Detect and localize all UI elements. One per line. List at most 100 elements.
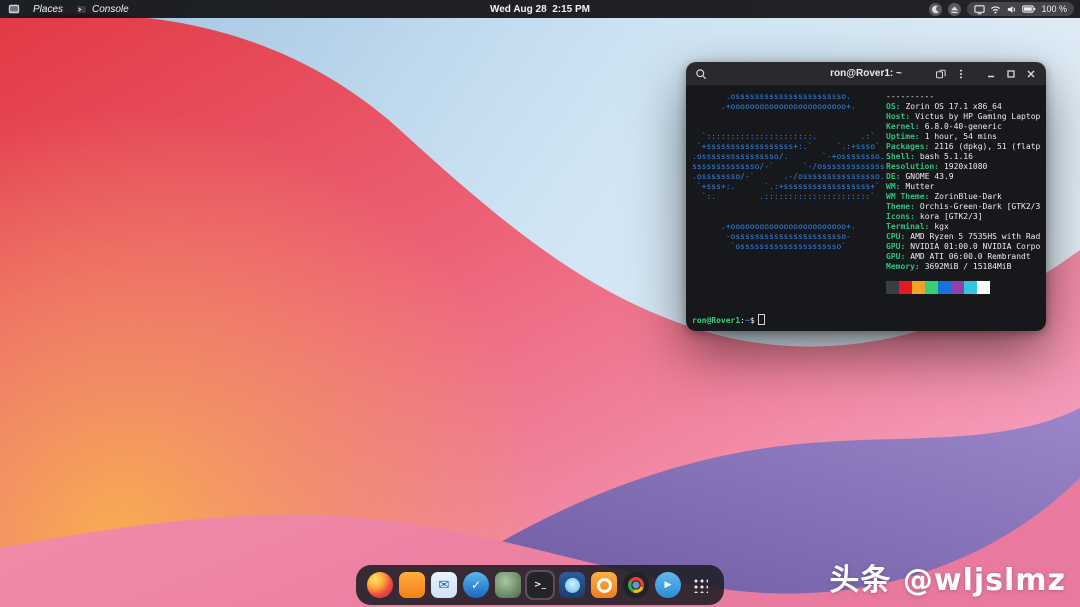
volume-icon (1006, 4, 1017, 15)
crescent-icon (931, 5, 940, 14)
dock-app-files[interactable] (397, 570, 427, 600)
palette-cell (977, 281, 990, 294)
color-palette (886, 281, 1040, 294)
sysinfo-label: Uptime: (886, 132, 920, 141)
places-menu[interactable]: Places (33, 4, 63, 15)
app-glyph: ▶ (665, 580, 672, 590)
clock[interactable]: Wed Aug 28 2:15 PM (490, 4, 590, 15)
sysinfo-line: Memory:3692MiB / 15184MiB (886, 262, 1040, 272)
kebab-menu-icon (955, 68, 967, 80)
sysinfo-line: Terminal:kgx (886, 222, 1040, 232)
sysinfo-label: CPU: (886, 232, 905, 241)
app-glyph: ✓ (471, 578, 481, 592)
sysinfo-label: Packages: (886, 142, 929, 151)
neofetch-output: .osssssssssssssssssssssso. .+ooooooooooo… (692, 92, 1040, 294)
minimize-icon (986, 69, 996, 79)
dock-app-app-grid[interactable] (685, 570, 715, 600)
eject-glyph-icon (950, 5, 959, 14)
sysinfo-value: AMD ATI 06:00.0 Rembrandt (905, 252, 1030, 261)
terminal-titlebar[interactable]: ron@Rover1: ~ (686, 62, 1046, 86)
sysinfo-value: AMD Ryzen 5 7535HS with Radeon (905, 232, 1040, 241)
wifi-icon (990, 4, 1001, 15)
sysinfo-label: Shell: (886, 152, 915, 161)
dock-app-telegram[interactable]: ▶ (653, 570, 683, 600)
panel-right: 100 % (929, 2, 1080, 16)
sysinfo-value: GNOME 43.9 (900, 172, 953, 181)
tabs-button[interactable] (932, 65, 950, 82)
sysinfo-value: 1920x1080 (939, 162, 987, 171)
terminal-body[interactable]: .osssssssssssssssssssssso. .+ooooooooooo… (686, 86, 1046, 331)
files-icon (399, 572, 425, 598)
sysinfo-label: Memory: (886, 262, 920, 271)
sysinfo-line: DE:GNOME 43.9 (886, 172, 1040, 182)
sysinfo-value: 2116 (dpkg), 51 (flatpak), (929, 142, 1040, 151)
sysinfo-line: GPU:NVIDIA 01:00.0 NVIDIA Corporati (886, 242, 1040, 252)
palette-cell (951, 281, 964, 294)
palette-cell (886, 281, 899, 294)
palette-cell (899, 281, 912, 294)
system-status-area[interactable]: 100 % (967, 2, 1074, 16)
terminal-prompt[interactable]: ron@Rover1:~$ (692, 314, 765, 326)
palette-cell (925, 281, 938, 294)
console-mini-icon (76, 5, 87, 14)
menu-button[interactable] (952, 65, 970, 82)
activities-button[interactable] (8, 4, 20, 14)
sysinfo-line: Resolution:1920x1080 (886, 162, 1040, 172)
sysinfo-line: Uptime:1 hour, 54 mins (886, 132, 1040, 142)
sysinfo-label: Kernel: (886, 122, 920, 131)
sysinfo-line: CPU:AMD Ryzen 5 7535HS with Radeon (886, 232, 1040, 242)
dock-app-qbittorrent[interactable] (557, 570, 587, 600)
sysinfo-value: NVIDIA 01:00.0 NVIDIA Corporati (905, 242, 1040, 251)
dock-app-console[interactable]: >_ (525, 570, 555, 600)
places-menu-label: Places (33, 4, 63, 15)
console-menu[interactable]: Console (76, 4, 129, 15)
sysinfo-line: WM Theme:ZorinBlue-Dark (886, 192, 1040, 202)
dock-app-mail[interactable]: ✉ (429, 570, 459, 600)
display-icon (974, 4, 985, 15)
app-glyph (692, 577, 708, 593)
chrome-icon (623, 572, 649, 598)
dock-app-green-app[interactable] (493, 570, 523, 600)
camera-icon (591, 572, 617, 598)
titlebar-actions (932, 65, 1040, 82)
watermark-text: 头条 @wljslmz (829, 555, 1066, 599)
app-glyph (597, 578, 612, 593)
tabs-icon (935, 68, 947, 80)
sysinfo-line: Kernel:6.8.0-40-generic (886, 122, 1040, 132)
dock-app-software-shield[interactable]: ✓ (461, 570, 491, 600)
sysinfo-label: OS: (886, 102, 900, 111)
app-glyph (628, 577, 644, 593)
sysinfo-value: 1 hour, 54 mins (920, 132, 997, 141)
sysinfo-label: Host: (886, 112, 910, 121)
dock-app-camera[interactable] (589, 570, 619, 600)
prompt-user-host: ron@Rover1 (692, 316, 740, 325)
qbittorrent-icon (559, 572, 585, 598)
terminal-window: ron@Rover1: ~ .osssssssssssssssssssssso. (686, 62, 1046, 331)
sysinfo-value: Mutter (900, 182, 934, 191)
mail-icon: ✉ (431, 572, 457, 598)
palette-cell (964, 281, 977, 294)
prompt-symbol: $ (750, 316, 755, 325)
sysinfo-label: GPU: (886, 242, 905, 251)
window-title: ron@Rover1: ~ (830, 68, 902, 79)
system-info: ---------- OS:Zorin OS 17.1 x86_64Host:V… (886, 92, 1040, 294)
app-grid-icon (687, 572, 713, 598)
close-button[interactable] (1022, 65, 1040, 82)
dock-app-chrome[interactable] (621, 570, 651, 600)
dock-app-firefox[interactable] (365, 570, 395, 600)
maximize-icon (1006, 69, 1016, 79)
sysinfo-value: Zorin OS 17.1 x86_64 (900, 102, 1001, 111)
sysinfo-line: Packages:2116 (dpkg), 51 (flatpak), (886, 142, 1040, 152)
nightlight-icon[interactable] (929, 3, 942, 16)
palette-cell (938, 281, 951, 294)
eject-icon[interactable] (948, 3, 961, 16)
search-button[interactable] (692, 65, 710, 82)
maximize-button[interactable] (1002, 65, 1020, 82)
window-icon (8, 4, 20, 14)
sysinfo-value: 6.8.0-40-generic (920, 122, 1002, 131)
minimize-button[interactable] (982, 65, 1000, 82)
software-shield-icon: ✓ (463, 572, 489, 598)
app-glyph: ✉ (439, 578, 450, 593)
sysinfo-value: ZorinBlue-Dark (929, 192, 1001, 201)
sysinfo-value: Orchis-Green-Dark [GTK2/3] (915, 202, 1040, 211)
